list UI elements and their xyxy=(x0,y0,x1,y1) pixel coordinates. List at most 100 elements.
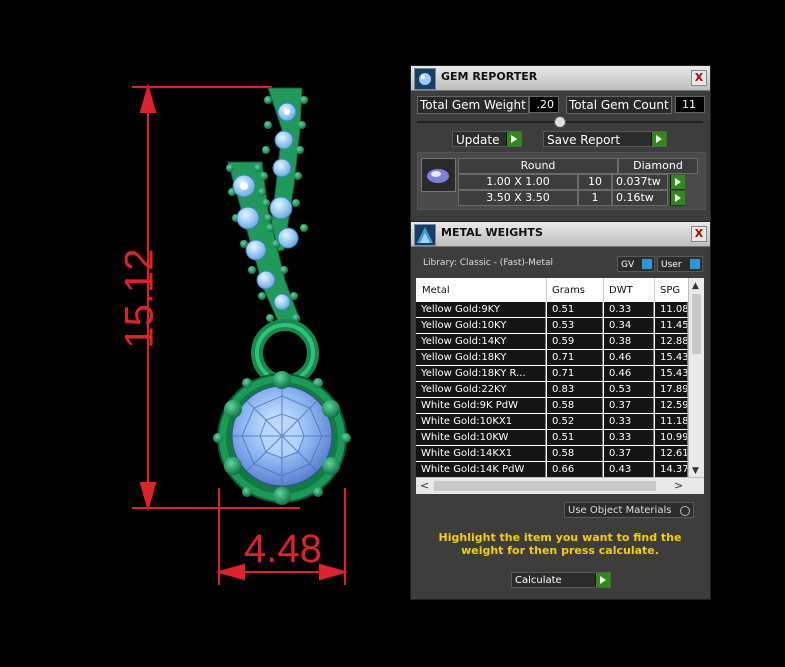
scroll-thumb[interactable] xyxy=(692,294,701,354)
pendant-model xyxy=(132,83,351,585)
play-icon xyxy=(651,132,666,146)
calculate-button-label: Calculate xyxy=(515,575,562,586)
toggle-icon xyxy=(690,259,700,269)
dwt-cell: 0.33 xyxy=(604,414,654,429)
metal-weights-table[interactable]: Metal Grams DWT SPG Yellow Gold:9KY 0.51 0… xyxy=(416,278,704,494)
height-dimension-label: 15.12 xyxy=(117,248,162,349)
total-gem-count-label: Total Gem Count xyxy=(566,96,672,114)
spg-cell: 15.43 xyxy=(655,350,688,365)
gem-row-weight[interactable]: 0.037tw xyxy=(612,174,668,190)
dwt-cell: 0.46 xyxy=(604,366,654,381)
radio-icon xyxy=(680,506,690,516)
gem-reporter-panel: GEM REPORTER X Total Gem Weight .20 Tota… xyxy=(410,65,711,222)
round-gem-thumbnail[interactable] xyxy=(421,158,456,192)
vertical-scrollbar[interactable]: ▲ ▼ xyxy=(688,278,704,478)
metal-weights-panel: METAL WEIGHTS X Library: Classic - (Fast… xyxy=(410,221,711,600)
table-row[interactable]: Yellow Gold:18KY 0.71 0.46 15.43 xyxy=(416,350,688,366)
metal-name-cell: Yellow Gold:14KY xyxy=(416,334,546,349)
metal-name-cell: Yellow Gold:18KY R... xyxy=(416,366,546,381)
metal-weights-title: METAL WEIGHTS xyxy=(441,226,543,239)
table-row[interactable]: Yellow Gold:18KY R... 0.71 0.46 15.43 xyxy=(416,366,688,382)
grams-cell: 0.53 xyxy=(547,318,603,333)
column-header-metal[interactable]: Metal xyxy=(422,285,450,296)
total-gem-weight-field[interactable]: .20 xyxy=(529,96,559,113)
column-header-dwt[interactable]: DWT xyxy=(609,285,633,296)
gem-row-size[interactable]: 1.00 X 1.00 xyxy=(458,174,578,190)
gv-toggle[interactable]: GV xyxy=(617,256,655,272)
table-row[interactable]: White Gold:10KW 0.51 0.33 10.99 xyxy=(416,430,688,446)
scroll-up-icon[interactable]: ▲ xyxy=(692,281,699,291)
stone-column-header: Diamond xyxy=(618,158,698,174)
gem-reporter-titlebar[interactable]: GEM REPORTER X xyxy=(411,66,710,91)
use-object-materials-label: Use Object Materials xyxy=(568,505,672,516)
grams-cell: 0.59 xyxy=(547,334,603,349)
splitter-handle[interactable] xyxy=(417,116,703,128)
table-row[interactable]: Yellow Gold:10KY 0.53 0.34 11.45 xyxy=(416,318,688,334)
horizontal-scrollbar[interactable]: < > xyxy=(416,477,704,494)
dwt-cell: 0.43 xyxy=(604,462,654,477)
grams-cell: 0.51 xyxy=(547,430,603,445)
splitter-grip-icon[interactable] xyxy=(554,116,566,128)
spg-cell: 15.43 xyxy=(655,366,688,381)
calculate-button[interactable]: Calculate xyxy=(511,572,611,588)
table-header: Metal Grams DWT SPG xyxy=(416,278,688,302)
gem-row-count[interactable]: 10 xyxy=(578,174,612,190)
dwt-cell: 0.46 xyxy=(604,350,654,365)
metal-weights-titlebar[interactable]: METAL WEIGHTS X xyxy=(411,222,710,247)
gem-row-count[interactable]: 1 xyxy=(578,190,612,206)
table-row[interactable]: White Gold:9K PdW 0.58 0.37 12.59 xyxy=(416,398,688,414)
dwt-cell: 0.38 xyxy=(604,334,654,349)
update-button[interactable]: Update xyxy=(452,131,522,147)
grams-cell: 0.58 xyxy=(547,398,603,413)
column-header-spg[interactable]: SPG xyxy=(660,285,680,296)
metal-name-cell: White Gold:14K PdW xyxy=(416,462,546,477)
spg-cell: 14.37 xyxy=(655,462,688,477)
use-object-materials-toggle[interactable]: Use Object Materials xyxy=(564,502,694,518)
total-gem-count-field[interactable]: 11 xyxy=(675,96,705,113)
grams-cell: 0.71 xyxy=(547,350,603,365)
gem-row-go-button[interactable] xyxy=(670,191,685,206)
shape-column-header: Round xyxy=(458,158,618,174)
total-gem-weight-label: Total Gem Weight xyxy=(417,96,529,114)
metal-name-cell: White Gold:10KX1 xyxy=(416,414,546,429)
scroll-down-icon[interactable]: ▼ xyxy=(692,466,699,476)
table-row[interactable]: White Gold:14K PdW 0.66 0.43 14.37 xyxy=(416,462,688,478)
table-row[interactable]: White Gold:10KX1 0.52 0.33 11.18 xyxy=(416,414,688,430)
grams-cell: 0.71 xyxy=(547,366,603,381)
gem-row-weight[interactable]: 0.16tw xyxy=(612,190,668,206)
grams-cell: 0.52 xyxy=(547,414,603,429)
scroll-right-icon[interactable]: > xyxy=(674,479,683,492)
spg-cell: 11.45 xyxy=(655,318,688,333)
spg-cell: 10.99 xyxy=(655,430,688,445)
spg-cell: 11.08 xyxy=(655,302,688,317)
table-row[interactable]: Yellow Gold:22KY 0.83 0.53 17.89 xyxy=(416,382,688,398)
spg-cell: 17.89 xyxy=(655,382,688,397)
width-dimension-label: 4.48 xyxy=(244,527,322,571)
gem-row-go-button[interactable] xyxy=(670,175,685,190)
metal-name-cell: Yellow Gold:10KY xyxy=(416,318,546,333)
gem-reporter-close-icon[interactable]: X xyxy=(691,70,707,86)
metal-weights-close-icon[interactable]: X xyxy=(691,226,707,242)
scroll-left-icon[interactable]: < xyxy=(420,479,429,492)
table-row[interactable]: Yellow Gold:14KY 0.59 0.38 12.88 xyxy=(416,334,688,350)
library-label: Library: Classic - (Fast)-Metal xyxy=(423,258,554,268)
dwt-cell: 0.34 xyxy=(604,318,654,333)
table-row[interactable]: White Gold:14KX1 0.58 0.37 12.61 xyxy=(416,446,688,462)
grams-cell: 0.66 xyxy=(547,462,603,477)
column-header-grams[interactable]: Grams xyxy=(552,285,585,296)
gem-row-size[interactable]: 3.50 X 3.50 xyxy=(458,190,578,206)
gem-reporter-icon xyxy=(414,68,436,90)
metal-name-cell: Yellow Gold:18KY xyxy=(416,350,546,365)
save-report-button[interactable]: Save Report xyxy=(543,131,667,147)
user-toggle-label: User xyxy=(661,260,682,270)
scroll-thumb[interactable] xyxy=(434,481,656,491)
metal-name-cell: White Gold:14KX1 xyxy=(416,446,546,461)
spg-cell: 11.18 xyxy=(655,414,688,429)
cad-viewport[interactable]: 15.12 4.48 xyxy=(0,0,410,667)
play-icon xyxy=(670,175,685,189)
table-row[interactable]: Yellow Gold:9KY 0.51 0.33 11.08 xyxy=(416,302,688,318)
user-toggle[interactable]: User xyxy=(657,256,703,272)
gv-toggle-label: GV xyxy=(621,260,635,270)
gem-table: Round Diamond 1.00 X 1.00 10 0.037tw 3.5… xyxy=(417,152,706,210)
dwt-cell: 0.33 xyxy=(604,302,654,317)
